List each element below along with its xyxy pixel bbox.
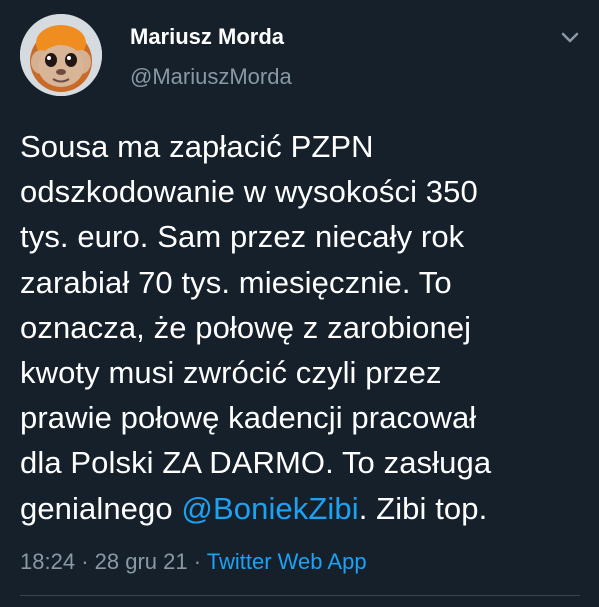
- tweet-time: 18:24: [20, 549, 76, 574]
- tweet-text-line: kwoty musi zwrócić czyli przez: [20, 355, 442, 391]
- username-handle[interactable]: @MariuszMorda: [130, 64, 292, 90]
- tweet-text-suffix: . Zibi top.: [358, 490, 488, 526]
- tweet-text-line: prawie połowę kadencji pracował: [20, 400, 477, 436]
- avatar[interactable]: [20, 14, 102, 96]
- tweet-last-line: genialnego @BoniekZibi. Zibi top.: [20, 486, 595, 531]
- metadata-separator: ·: [81, 549, 89, 574]
- tweet-date: 28 gru 21: [94, 549, 188, 574]
- tweet-text-line: Sousa ma zapłacić PZPN: [20, 129, 374, 164]
- metadata-separator: ·: [193, 549, 202, 574]
- tweet-text-line: oznacza, że połowę z zarobionej: [20, 309, 472, 345]
- tweet-text-line: zarabiał 70 tys. miesięcznie. To: [20, 264, 452, 300]
- tweet-text: Sousa ma zapłacić PZPN odszkodowanie w w…: [20, 124, 595, 531]
- tweet-card: Mariusz Morda @MariuszMorda Sousa ma zap…: [0, 0, 599, 607]
- tweet-metadata: 18:24 · 28 gru 21 · Twitter Web App: [20, 548, 367, 576]
- divider: [20, 595, 580, 596]
- display-name[interactable]: Mariusz Morda: [130, 24, 284, 50]
- mention-link[interactable]: @BoniekZibi: [181, 491, 358, 526]
- tweet-text-prefix: genialnego: [20, 490, 182, 526]
- tweet-text-line: tys. euro. Sam przez niecały rok: [20, 219, 465, 255]
- tweet-text-line: odszkodowanie w wysokości 350: [20, 174, 478, 210]
- chevron-down-icon[interactable]: [557, 24, 583, 50]
- tweet-text-line: dla Polski ZA DARMO. To zasługa: [20, 445, 492, 481]
- source-app-link[interactable]: Twitter Web App: [207, 549, 367, 574]
- monkey-avatar-icon: [20, 14, 102, 96]
